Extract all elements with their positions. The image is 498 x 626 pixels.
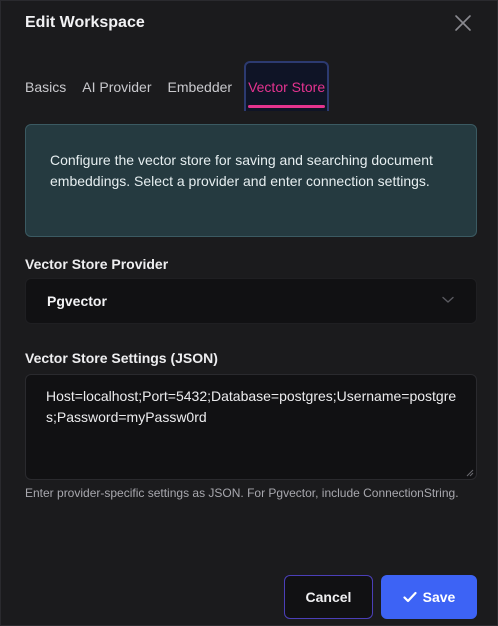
edit-workspace-dialog: Edit Workspace Basics AI Provider Embedd… <box>0 0 498 626</box>
settings-help-text: Enter provider-specific settings as JSON… <box>25 486 459 500</box>
save-button[interactable]: Save <box>381 575 477 619</box>
settings-textarea[interactable]: Host=localhost;Port=5432;Database=postgr… <box>25 374 477 480</box>
provider-label: Vector Store Provider <box>25 256 169 272</box>
dialog-header: Edit Workspace <box>25 13 481 35</box>
cancel-button-label: Cancel <box>305 589 352 605</box>
resize-grip-icon[interactable] <box>466 469 474 477</box>
dialog-title: Edit Workspace <box>25 14 145 31</box>
settings-value: Host=localhost;Port=5432;Database=postgr… <box>46 388 457 425</box>
tab-ai-provider[interactable]: AI Provider <box>82 61 151 111</box>
check-icon <box>403 591 417 603</box>
chevron-down-icon <box>442 296 454 303</box>
tab-bar: Basics AI Provider Embedder Vector Store <box>25 61 473 111</box>
save-button-label: Save <box>422 589 456 605</box>
close-icon <box>455 15 471 31</box>
info-callout: Configure the vector store for saving an… <box>25 124 477 237</box>
tab-basics[interactable]: Basics <box>25 61 66 111</box>
tab-vector-store[interactable]: Vector Store <box>244 61 330 111</box>
provider-select[interactable]: Pgvector <box>25 278 477 324</box>
settings-label: Vector Store Settings (JSON) <box>25 350 218 366</box>
provider-selected-value: Pgvector <box>47 293 107 309</box>
close-button[interactable] <box>453 13 473 33</box>
cancel-button[interactable]: Cancel <box>284 575 373 619</box>
tab-embedder[interactable]: Embedder <box>167 61 232 111</box>
